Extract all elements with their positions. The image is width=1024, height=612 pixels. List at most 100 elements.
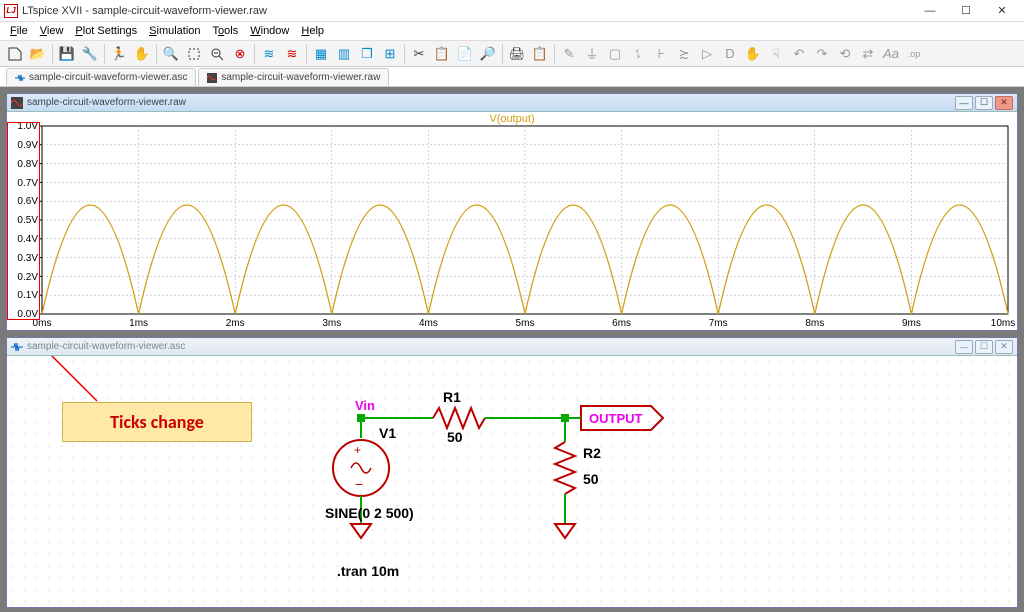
find-button[interactable]: 🔎 (477, 43, 499, 65)
annotation-overlay: Vin + − V1 SINE(0 2 500) R1 (7, 356, 1017, 607)
schematic-icon (15, 73, 25, 83)
component-label-v1: V1 (379, 425, 396, 441)
menubar: File View Plot Settings Simulation Tools… (0, 22, 1024, 41)
svg-text:1ms: 1ms (129, 318, 148, 329)
undo-button[interactable]: ↶ (788, 43, 810, 65)
mdi-workspace: sample-circuit-waveform-viewer.raw — ☐ ✕… (0, 87, 1024, 612)
menu-file[interactable]: File (4, 23, 34, 39)
net-label-vin: Vin (355, 398, 375, 413)
svg-text:9ms: 9ms (902, 318, 921, 329)
svg-text:4ms: 4ms (419, 318, 438, 329)
spice-directive-button[interactable]: .op (903, 43, 925, 65)
callout-text: Ticks change (110, 411, 204, 433)
capacitor-button[interactable]: ⊦ (650, 43, 672, 65)
draw-wire-button[interactable]: ✎ (558, 43, 580, 65)
drag-button[interactable]: ☟ (765, 43, 787, 65)
tab-waveform[interactable]: sample-circuit-waveform-viewer.raw (198, 68, 389, 86)
schematic-window-title: sample-circuit-waveform-viewer.asc (27, 341, 955, 352)
svg-text:+: + (354, 443, 361, 457)
save-button[interactable]: 💾 (56, 43, 78, 65)
child-maximize-button[interactable]: ☐ (975, 340, 993, 354)
x-axis-ticks: 0ms1ms2ms3ms4ms5ms6ms7ms8ms9ms10ms (33, 318, 1016, 329)
zoom-in-button[interactable]: 🔍 (160, 43, 182, 65)
schematic-icon (11, 341, 23, 353)
zoom-fit-button[interactable]: ⊗ (229, 43, 251, 65)
zoom-out-button[interactable] (206, 43, 228, 65)
text-button[interactable]: Aa (880, 43, 902, 65)
menu-tools[interactable]: Tools (207, 23, 245, 39)
mirror-button[interactable]: ⇄ (857, 43, 879, 65)
waveform-window-titlebar[interactable]: sample-circuit-waveform-viewer.raw — ☐ ✕ (7, 94, 1017, 112)
component-label-r1: R1 (443, 389, 461, 405)
move-button[interactable]: ✋ (742, 43, 764, 65)
label-net-button[interactable]: ▢ (604, 43, 626, 65)
tab-schematic[interactable]: sample-circuit-waveform-viewer.asc (6, 68, 196, 86)
schematic-window: sample-circuit-waveform-viewer.asc — ☐ ✕… (6, 337, 1018, 608)
diode-button[interactable]: ▷ (696, 43, 718, 65)
child-maximize-button[interactable]: ☐ (975, 96, 993, 110)
component-value-r2: 50 (583, 471, 599, 487)
svg-text:7ms: 7ms (709, 318, 728, 329)
waveform-window: sample-circuit-waveform-viewer.raw — ☐ ✕… (6, 93, 1018, 331)
svg-text:10ms: 10ms (991, 318, 1015, 329)
svg-text:2ms: 2ms (226, 318, 245, 329)
plot-area[interactable]: V(output) (7, 112, 1017, 330)
new-schematic-button[interactable] (4, 43, 26, 65)
menu-plot-settings[interactable]: Plot Settings (69, 23, 143, 39)
child-close-button[interactable]: ✕ (995, 96, 1013, 110)
open-button[interactable]: 📂 (27, 43, 49, 65)
window-title: LTspice XVII - sample-circuit-waveform-v… (22, 5, 912, 17)
cascade-button[interactable]: ❐ (356, 43, 378, 65)
spice-directive: .tran 10m (337, 563, 399, 579)
child-close-button[interactable]: ✕ (995, 340, 1013, 354)
run-button[interactable]: 🏃 (108, 43, 130, 65)
ground-button[interactable]: ⏚ (581, 43, 603, 65)
component-label-r2: R2 (583, 445, 601, 461)
waveform-window-title: sample-circuit-waveform-viewer.raw (27, 97, 955, 108)
component-value-r1: 50 (447, 429, 463, 445)
maximize-button[interactable]: ☐ (948, 1, 984, 21)
child-minimize-button[interactable]: — (955, 96, 973, 110)
paste-button[interactable]: 📄 (454, 43, 476, 65)
minimize-button[interactable]: — (912, 1, 948, 21)
trace-label[interactable]: V(output) (489, 113, 534, 125)
toolbar: 📂 💾 🔧 🏃 ✋ 🔍 ⊗ ≋ ≋ ▦ ▥ ❐ ⊞ ✂ 📋 📄 🔎 🖨 📋 ✎ … (0, 41, 1024, 67)
halt-button[interactable]: ✋ (131, 43, 153, 65)
copy-button[interactable]: 📋 (431, 43, 453, 65)
tab-label: sample-circuit-waveform-viewer.asc (29, 72, 187, 83)
plot-svg: V(output) (7, 112, 1017, 330)
annotation-highlight-box (7, 122, 40, 320)
close-all-button[interactable]: ⊞ (379, 43, 401, 65)
component-button[interactable]: D (719, 43, 741, 65)
tile-horz-button[interactable]: ▦ (310, 43, 332, 65)
svg-text:−: − (355, 476, 363, 492)
autorange-button[interactable]: ≋ (258, 43, 280, 65)
rotate-button[interactable]: ⟲ (834, 43, 856, 65)
close-button[interactable]: ✕ (984, 1, 1020, 21)
window-titlebar: LJ LTspice XVII - sample-circuit-wavefor… (0, 0, 1024, 22)
print-button[interactable]: 🖨 (506, 43, 528, 65)
menu-help[interactable]: Help (295, 23, 330, 39)
child-minimize-button[interactable]: — (955, 340, 973, 354)
resistor-button[interactable]: ⥍ (627, 43, 649, 65)
tab-label: sample-circuit-waveform-viewer.raw (221, 72, 380, 83)
waveform-icon (207, 73, 217, 83)
svg-text:3ms: 3ms (322, 318, 341, 329)
pan-button[interactable] (183, 43, 205, 65)
tile-vert-button[interactable]: ▥ (333, 43, 355, 65)
menu-simulation[interactable]: Simulation (143, 23, 206, 39)
menu-window[interactable]: Window (244, 23, 295, 39)
control-panel-button[interactable]: 🔧 (79, 43, 101, 65)
annotation-callout: Ticks change (62, 402, 252, 442)
cut-button[interactable]: ✂ (408, 43, 430, 65)
schematic-canvas[interactable]: Vin + − V1 SINE(0 2 500) R1 (7, 356, 1017, 607)
menu-view[interactable]: View (34, 23, 70, 39)
net-label-output: OUTPUT (589, 411, 643, 426)
schematic-window-titlebar[interactable]: sample-circuit-waveform-viewer.asc — ☐ ✕ (7, 338, 1017, 356)
print-setup-button[interactable]: 📋 (529, 43, 551, 65)
inductor-button[interactable]: ≿ (673, 43, 695, 65)
add-trace-button[interactable]: ≋ (281, 43, 303, 65)
redo-button[interactable]: ↷ (811, 43, 833, 65)
svg-text:6ms: 6ms (612, 318, 631, 329)
document-tabs: sample-circuit-waveform-viewer.asc sampl… (0, 67, 1024, 87)
